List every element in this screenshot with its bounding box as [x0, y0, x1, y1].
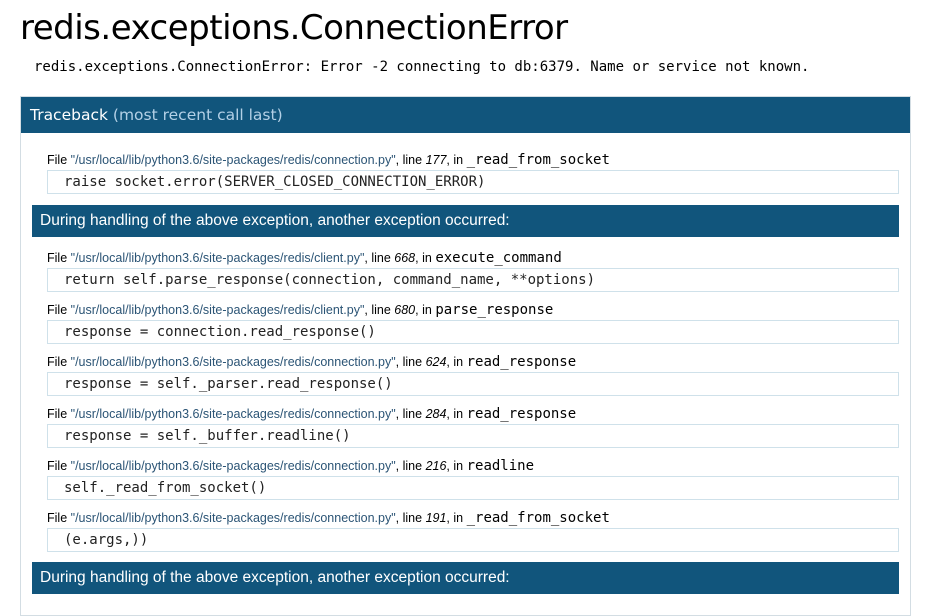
traceback-panel: Traceback (most recent call last) File "… — [20, 96, 911, 616]
frame-in-label: , in — [446, 459, 464, 473]
traceback-frame: File "/usr/local/lib/python3.6/site-pack… — [32, 510, 899, 552]
frame-file-path[interactable]: "/usr/local/lib/python3.6/site-packages/… — [71, 511, 396, 525]
frame-function: execute_command — [435, 250, 562, 266]
frame-function: parse_response — [435, 302, 554, 318]
traceback-frame: File "/usr/local/lib/python3.6/site-pack… — [32, 354, 899, 396]
frame-line-number: 284 — [425, 407, 447, 421]
frame-line-number: 680 — [394, 303, 416, 317]
frame-function: readline — [466, 458, 535, 474]
frame-file-label: File — [47, 355, 68, 369]
frame-file-path[interactable]: "/usr/local/lib/python3.6/site-packages/… — [71, 251, 365, 265]
frame-line-number: 668 — [394, 251, 416, 265]
frame-line-number: 216 — [425, 459, 447, 473]
frame-function: _read_from_socket — [466, 152, 610, 168]
frame-line-label: , line — [395, 511, 423, 525]
frame-code[interactable]: raise socket.error(SERVER_CLOSED_CONNECT… — [47, 170, 899, 194]
frame-location: File "/usr/local/lib/python3.6/site-pack… — [32, 250, 899, 266]
frame-function: _read_from_socket — [466, 510, 610, 526]
frame-in-label: , in — [446, 355, 464, 369]
frame-line-label: , line — [395, 355, 423, 369]
traceback-frame: File "/usr/local/lib/python3.6/site-pack… — [32, 152, 899, 194]
frame-location: File "/usr/local/lib/python3.6/site-pack… — [32, 302, 899, 318]
frame-code[interactable]: response = self._buffer.readline() — [47, 424, 899, 448]
frame-file-path[interactable]: "/usr/local/lib/python3.6/site-packages/… — [71, 355, 396, 369]
frame-in-label: , in — [415, 251, 432, 265]
frame-file-path[interactable]: "/usr/local/lib/python3.6/site-packages/… — [71, 303, 365, 317]
frame-code[interactable]: self._read_from_socket() — [47, 476, 899, 500]
frame-line-label: , line — [395, 153, 423, 167]
traceback-frame: File "/usr/local/lib/python3.6/site-pack… — [32, 250, 899, 292]
chained-exception-banner: During handling of the above exception, … — [32, 205, 899, 237]
frame-location: File "/usr/local/lib/python3.6/site-pack… — [32, 406, 899, 422]
frame-location: File "/usr/local/lib/python3.6/site-pack… — [32, 510, 899, 526]
traceback-header[interactable]: Traceback (most recent call last) — [21, 97, 910, 133]
frame-location: File "/usr/local/lib/python3.6/site-pack… — [32, 458, 899, 474]
frame-file-path[interactable]: "/usr/local/lib/python3.6/site-packages/… — [71, 153, 396, 167]
traceback-header-title: Traceback — [30, 106, 108, 124]
frame-file-label: File — [47, 251, 68, 265]
frame-location: File "/usr/local/lib/python3.6/site-pack… — [32, 354, 899, 370]
frame-code[interactable]: response = connection.read_response() — [47, 320, 899, 344]
frame-location: File "/usr/local/lib/python3.6/site-pack… — [32, 152, 899, 168]
frame-in-label: , in — [446, 153, 464, 167]
frame-file-path[interactable]: "/usr/local/lib/python3.6/site-packages/… — [71, 407, 396, 421]
frame-file-path[interactable]: "/usr/local/lib/python3.6/site-packages/… — [71, 459, 396, 473]
frame-code[interactable]: return self.parse_response(connection, c… — [47, 268, 899, 292]
frame-in-label: , in — [446, 511, 464, 525]
page-title: redis.exceptions.ConnectionError — [20, 8, 568, 48]
frame-line-label: , line — [364, 251, 391, 265]
frame-in-label: , in — [446, 407, 464, 421]
frame-file-label: File — [47, 153, 68, 167]
frame-code[interactable]: (e.args,)) — [47, 528, 899, 552]
frame-function: read_response — [466, 406, 577, 422]
frame-file-label: File — [47, 303, 68, 317]
frame-code[interactable]: response = self._parser.read_response() — [47, 372, 899, 396]
frame-file-label: File — [47, 407, 68, 421]
frame-line-number: 191 — [425, 511, 447, 525]
frame-function: read_response — [466, 354, 577, 370]
frame-line-label: , line — [364, 303, 391, 317]
traceback-frame: File "/usr/local/lib/python3.6/site-pack… — [32, 302, 899, 344]
frame-line-label: , line — [395, 407, 423, 421]
frame-in-label: , in — [415, 303, 432, 317]
chained-exception-banner: During handling of the above exception, … — [32, 562, 899, 594]
traceback-frame: File "/usr/local/lib/python3.6/site-pack… — [32, 406, 899, 448]
frame-file-label: File — [47, 511, 68, 525]
frame-line-label: , line — [395, 459, 423, 473]
frame-line-number: 177 — [425, 153, 447, 167]
traceback-header-subtitle: (most recent call last) — [112, 106, 283, 124]
frame-line-number: 624 — [425, 355, 447, 369]
frame-file-label: File — [47, 459, 68, 473]
traceback-frame: File "/usr/local/lib/python3.6/site-pack… — [32, 458, 899, 500]
error-message: redis.exceptions.ConnectionError: Error … — [34, 59, 810, 75]
